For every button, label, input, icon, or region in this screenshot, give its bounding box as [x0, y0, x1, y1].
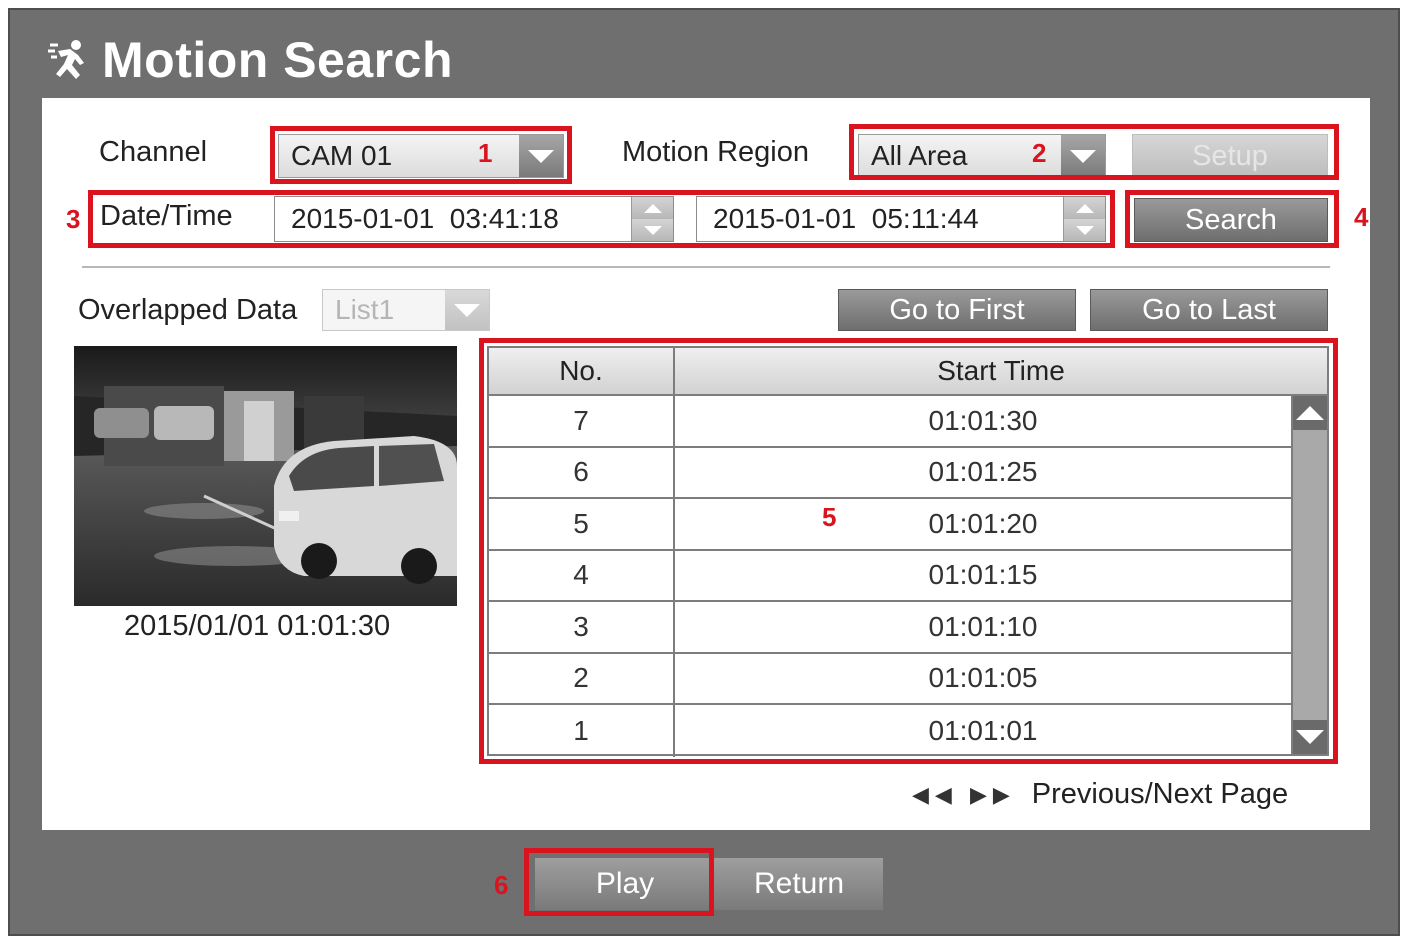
parking-garage-image	[74, 346, 457, 606]
callout-box-2	[849, 124, 1339, 180]
motion-region-label: Motion Region	[622, 136, 809, 168]
content-panel: Channel CAM 01 1 Motion Region All Area …	[42, 98, 1370, 830]
callout-box-4	[1125, 190, 1339, 248]
prev-next-page-label: Previous/Next Page	[1031, 778, 1289, 810]
callout-box-3	[88, 190, 1115, 248]
prev-next-page-icon[interactable]: ◀◀ ▶▶	[912, 782, 1016, 808]
pager: ◀◀ ▶▶ Previous/Next Page	[912, 778, 1288, 811]
callout-number-2: 2	[1032, 138, 1047, 168]
callout-box-1	[270, 126, 572, 184]
window-title: Motion Search	[102, 32, 453, 88]
callout-number-3: 3	[66, 204, 81, 234]
callout-number-5: 5	[822, 502, 837, 532]
chevron-down-icon[interactable]	[445, 290, 489, 330]
go-to-first-button[interactable]: Go to First	[838, 289, 1076, 331]
preview-timestamp: 2015/01/01 01:01:30	[124, 610, 391, 642]
overlapped-data-select[interactable]: List1	[322, 289, 490, 331]
motion-search-window: Motion Search Channel CAM 01 1 Motion Re…	[8, 8, 1400, 936]
overlapped-data-value: List1	[335, 294, 395, 325]
callout-number-6: 6	[494, 870, 509, 900]
go-to-last-button[interactable]: Go to Last	[1090, 289, 1328, 331]
return-button[interactable]: Return	[715, 858, 883, 910]
running-man-icon	[48, 40, 84, 79]
camera-preview-image	[74, 346, 457, 606]
callout-box-6	[524, 848, 714, 916]
callout-box-5	[479, 338, 1338, 764]
divider	[82, 266, 1330, 268]
channel-label: Channel	[99, 136, 208, 168]
callout-number-4: 4	[1354, 202, 1369, 232]
title-bar: Motion Search	[46, 30, 453, 90]
overlapped-data-label: Overlapped Data	[78, 294, 298, 326]
callout-number-1: 1	[478, 138, 493, 168]
